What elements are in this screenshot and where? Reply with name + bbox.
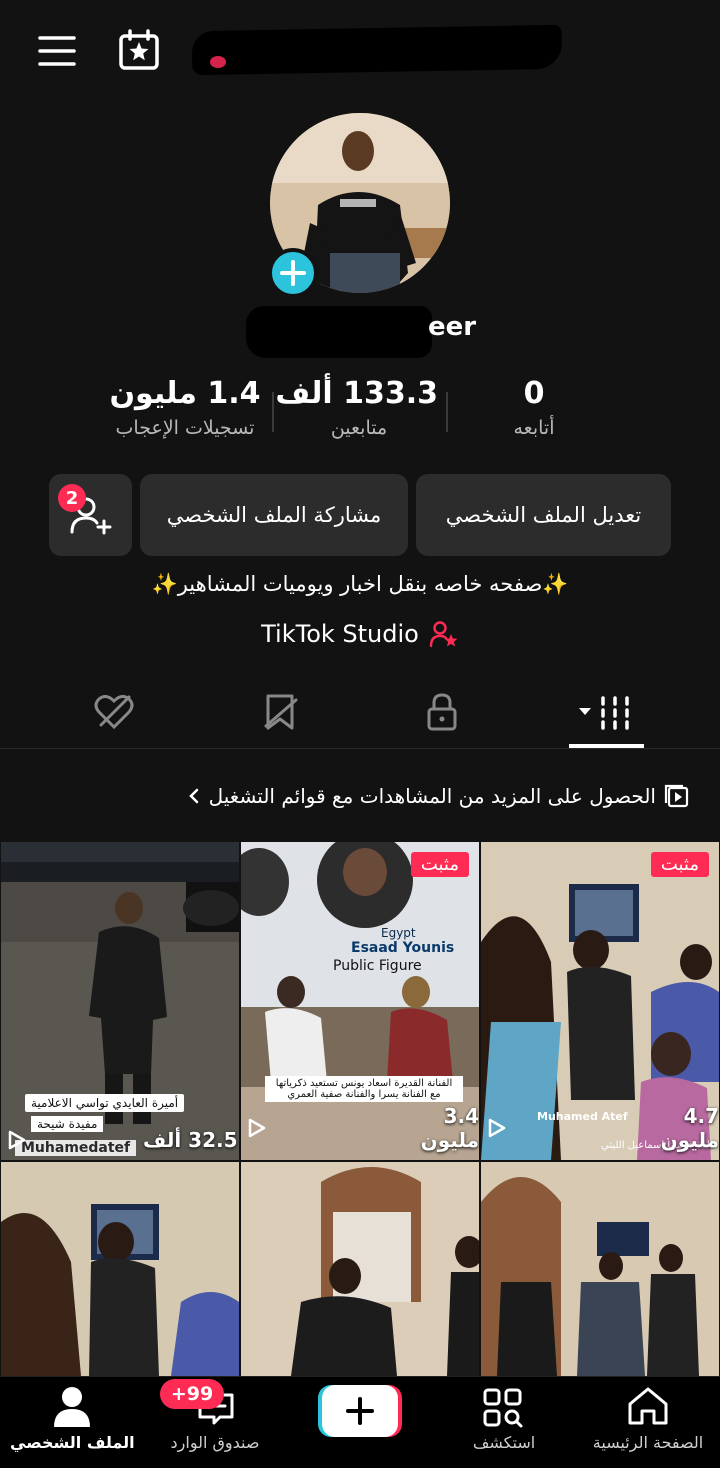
video-views: 3.4 مليون [247,1104,479,1152]
add-friends-button[interactable] [49,474,132,556]
stat-divider [272,392,274,432]
video-thumbnail[interactable] [481,1162,719,1376]
tiktok-studio-link[interactable]: TikTok Studio [0,620,720,648]
pinned-badge: مثبت [410,852,469,877]
nav-home-label: الصفحة الرئيسية [592,1433,704,1452]
video-views: 4.7 مليون [487,1104,719,1152]
grid-videos-icon [577,692,637,732]
tab-videos[interactable] [572,688,642,736]
video-thumbnail[interactable]: أميرة العايدي تواسي الاعلامية مفيدة شيحة… [1,842,239,1160]
tab-liked[interactable] [84,688,144,736]
video-views-count: 3.4 مليون [420,1104,479,1152]
playlist-icon [664,783,690,809]
play-icon [7,1129,27,1151]
play-icon [247,1117,267,1139]
video-thumbnail[interactable] [241,1162,479,1376]
nav-profile[interactable]: الملف الشخصي [10,1377,135,1468]
poster-country: Egypt [381,926,416,940]
tiktok-studio-label: TikTok Studio [261,620,419,648]
video-caption: الفنانة القديرة اسعاد يونس تستعيد ذكريات… [265,1076,463,1102]
nav-home[interactable]: الصفحة الرئيسية [580,1377,716,1468]
tab-favorites[interactable] [250,688,310,736]
profile-icon [52,1385,92,1429]
stat-divider [446,392,448,432]
bottom-nav: الصفحة الرئيسية استكشف صندوق الوارد المل… [0,1376,720,1468]
poster-name: Esaad Younis [351,940,455,956]
tabs-divider [0,748,720,749]
create-video-button[interactable] [310,1377,410,1468]
video-caption-line: مع الفنانة يسرا والفنانة صفية العمري [287,1089,441,1100]
video-views-count: 4.7 مليون [660,1104,719,1152]
edit-profile-button[interactable]: تعديل الملف الشخصي [416,474,671,556]
create-plus-icon [318,1385,402,1439]
video-thumbnail[interactable]: Egypt Esaad Younis Public Figure الفنانة… [241,842,479,1160]
stat-following[interactable]: 0 أتابعه [464,376,604,439]
calendar-star-icon[interactable] [116,28,162,74]
redacted-username [191,24,563,76]
play-icon [487,1117,507,1139]
heart-hidden-icon [93,693,135,731]
discover-icon [482,1387,524,1429]
nav-discover[interactable]: استكشف [450,1377,558,1468]
tab-private[interactable] [412,688,472,736]
video-views-count: 32.5 ألف [143,1128,238,1152]
video-thumbnail[interactable]: Muhamed Atef والدة فاضلنا إسماعيل الليثي… [481,842,719,1160]
stat-likes[interactable]: 1.4 مليون تسجيلات الإعجاب [100,376,270,439]
nav-discover-label: استكشف [472,1433,536,1452]
likes-count: 1.4 مليون [109,376,261,411]
friend-request-badge: 2 [58,484,86,512]
poster-role: Public Figure [333,958,422,974]
bookmark-hidden-icon [260,692,300,732]
following-label: أتابعه [513,417,555,439]
nav-profile-label: الملف الشخصي [10,1433,135,1452]
username-text: eer [428,312,477,342]
nav-inbox-label: صندوق الوارد [170,1433,260,1452]
menu-icon[interactable] [36,32,78,70]
inbox-badge: +99 [160,1379,224,1409]
followers-label: متابعين [330,417,388,439]
add-avatar-icon[interactable] [268,248,318,298]
redaction-mark [210,56,226,68]
redacted-display-name [246,306,432,358]
chevron-left-icon [187,786,201,806]
lock-icon [425,692,459,732]
video-caption: أميرة العايدي تواسي الاعلامية [25,1094,185,1112]
profile-bio: ✨صفحه خاصه بنقل اخبار ويوميات المشاهير✨ [151,572,569,596]
share-profile-button[interactable]: مشاركة الملف الشخصي [140,474,408,556]
home-icon [625,1385,671,1427]
following-count: 0 [523,376,545,411]
video-thumbnail[interactable] [1,1162,239,1376]
studio-person-star-icon [429,620,459,648]
playlist-prompt[interactable]: الحصول على المزيد من المشاهدات مع قوائم … [0,780,720,812]
playlist-prompt-text: الحصول على المزيد من المشاهدات مع قوائم … [208,784,656,808]
video-caption-line: الفنانة القديرة اسعاد يونس تستعيد ذكريات… [275,1078,453,1089]
pinned-badge: مثبت [650,852,709,877]
video-views: 32.5 ألف [7,1128,238,1152]
followers-count: 133.3 ألف [275,376,438,411]
stat-followers[interactable]: 133.3 ألف متابعين [275,376,438,439]
likes-label: تسجيلات الإعجاب [115,417,255,439]
